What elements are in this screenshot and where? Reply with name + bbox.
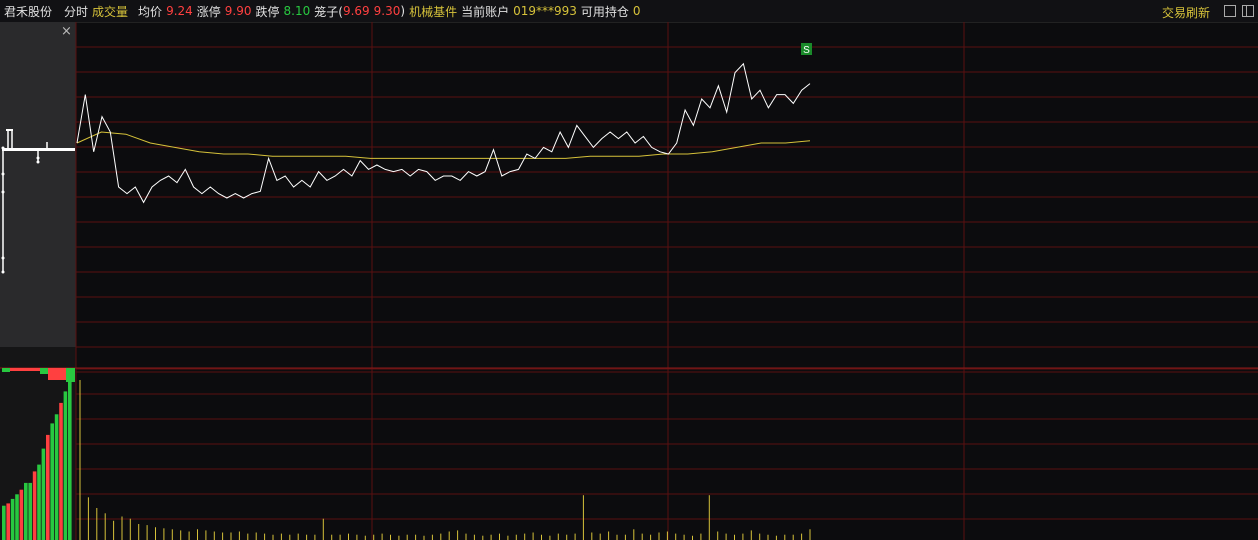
buy-sell-bar [41,448,46,540]
order-book-dot [1,190,5,194]
buy-sell-bar [46,434,50,540]
limit-up-label: 涨停 [196,4,221,19]
buy-sell-bar [68,380,72,540]
sector-name[interactable]: 机械基件 [409,3,457,20]
buy-sell-bar [50,423,54,540]
buy-sell-bar [15,494,19,540]
account-value[interactable]: 019***993 [513,4,577,18]
tab-volume[interactable]: 成交量 [92,3,128,20]
buy-sell-bar [2,505,6,540]
window-restore-icon[interactable] [1224,5,1236,17]
buy-sell-bar [6,503,10,540]
buy-sell-bar [10,368,40,371]
holdings-label: 可用持仓 [580,4,629,19]
buy-sell-bar [2,368,10,372]
limit-down-value: 8.10 [283,4,311,18]
average-price-line [76,131,811,159]
order-panel-bg [0,22,76,347]
buy-sell-bar [48,368,66,380]
limit-down-label: 跌停 [255,4,280,19]
cage-low: 9.69 [342,4,370,18]
order-book-dot [1,146,5,150]
cage-label: 笼子( [314,4,343,19]
order-book-dot [36,156,40,160]
cage-high: 9.30 [373,4,401,18]
buy-sell-bar [40,368,48,374]
cage-close: ) [400,4,406,18]
holdings-value: 0 [632,4,641,18]
order-book-dot [1,256,5,260]
intraday-chart: S [0,22,1258,540]
sell-marker[interactable]: S [801,43,812,56]
chart-grid [0,22,1258,540]
quote-toolbar: 君禾股份 分时 成交量 均价 9.24 涨停 9.90 跌停 8.10 笼子( … [0,0,1258,23]
buy-sell-bar [28,482,32,540]
order-book-row [2,148,75,151]
stock-name[interactable]: 君禾股份 [4,3,52,20]
buy-sell-bar [32,471,37,540]
price-line [76,62,811,204]
avg-price-value: 9.24 [166,4,193,18]
order-book-dot [1,270,5,274]
buy-sell-bar [10,498,15,540]
order-book-dot [1,172,5,176]
buy-sell-bar [63,391,68,540]
avg-price-label: 均价 [138,4,163,19]
tab-intraday[interactable]: 分时 [64,3,88,20]
buy-sell-bar [24,482,28,540]
trade-refresh-button[interactable]: 交易刷新 [1162,4,1210,21]
account-label: 当前账户 [461,4,510,19]
limit-up-value: 9.90 [224,4,252,18]
buy-sell-bar [66,368,75,382]
buy-sell-bar [54,414,59,540]
order-book-dot [36,160,40,164]
volume-bars [79,380,811,540]
buy-sell-bar [59,402,63,540]
buy-sell-bar [19,489,24,540]
buy-sell-bar [37,464,41,540]
close-icon[interactable]: × [61,24,72,39]
sell-marker-label: S [803,45,810,56]
split-view-icon[interactable] [1242,5,1254,17]
